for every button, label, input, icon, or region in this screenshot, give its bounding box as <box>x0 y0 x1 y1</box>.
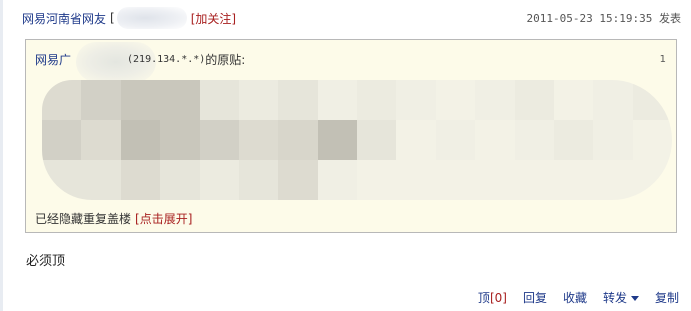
quote-header: 网易广 (219.134.*.*) 的原贴: 1 <box>35 51 666 67</box>
expand-link[interactable]: [点击展开] <box>135 210 192 227</box>
quote-author-link[interactable]: 网易广 <box>35 51 71 68</box>
author-name-link[interactable]: 网易河南省网友 <box>22 10 106 27</box>
quote-original-label: 的原贴: <box>205 52 246 67</box>
post-actions: 顶[0] 回复 收藏 转发 复制 <box>478 289 679 306</box>
blurred-username <box>116 7 187 29</box>
favorite-button[interactable]: 收藏 <box>563 289 587 306</box>
quoted-post-box: 网易广 (219.134.*.*) 的原贴: 1 已经隐藏重复盖楼 [点击展开] <box>25 39 677 233</box>
pixelated-quote-content <box>42 80 672 200</box>
hidden-floors-note: 已经隐藏重复盖楼 [点击展开] <box>35 210 192 227</box>
caret-down-icon <box>630 296 639 301</box>
left-frame-border <box>0 0 3 311</box>
forward-label: 转发 <box>602 291 627 305</box>
hidden-floors-text: 已经隐藏重复盖楼 <box>35 212 132 226</box>
post-header: 网易河南省网友 [ [加关注] 2011-05-23 15:19:35 发表 <box>22 7 681 29</box>
post-timestamp: 2011-05-23 15:19:35 发表 <box>526 12 681 25</box>
copy-button[interactable]: 复制 <box>655 289 679 306</box>
follow-button[interactable]: [加关注] <box>191 10 236 27</box>
up-vote-count: [0] <box>489 291 507 305</box>
floor-number: 1 <box>659 53 666 65</box>
quote-ip-address: (219.134.*.*) <box>127 53 206 65</box>
up-vote-button[interactable]: 顶[0] <box>478 289 507 306</box>
forward-button[interactable]: 转发 <box>603 289 639 306</box>
reply-button[interactable]: 回复 <box>523 289 547 306</box>
up-vote-label: 顶 <box>477 291 490 305</box>
author-bracket: [ <box>110 11 115 25</box>
reply-content: 必须顶 <box>26 254 66 269</box>
